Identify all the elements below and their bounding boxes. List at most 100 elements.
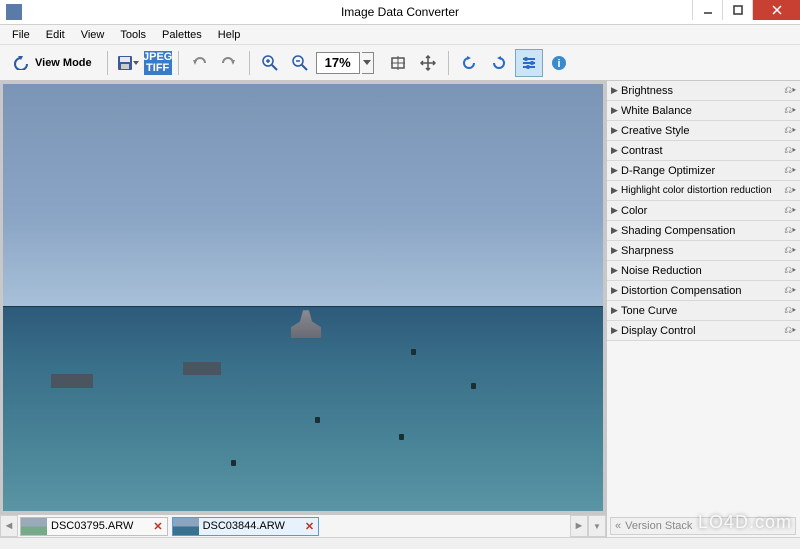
menu-palettes[interactable]: Palettes bbox=[154, 27, 210, 43]
thumbnail-preview bbox=[21, 518, 47, 535]
info-icon: i bbox=[551, 55, 567, 71]
panel-brightness[interactable]: ▶Brightness⎌▸ bbox=[607, 81, 800, 101]
reset-icon[interactable]: ⎌▸ bbox=[782, 225, 796, 236]
thumb-menu-button[interactable]: ▼ bbox=[588, 515, 606, 537]
rotate-left-button[interactable] bbox=[455, 49, 483, 77]
reset-icon[interactable]: ⎌▸ bbox=[782, 145, 796, 156]
minimize-button[interactable] bbox=[692, 0, 722, 20]
separator bbox=[107, 51, 108, 75]
separator bbox=[448, 51, 449, 75]
expand-icon: ▶ bbox=[611, 265, 619, 276]
zoom-dropdown[interactable] bbox=[362, 52, 374, 74]
reset-icon[interactable]: ⎌▸ bbox=[782, 325, 796, 336]
image-viewport[interactable] bbox=[0, 81, 606, 514]
panel-highlight-reduction[interactable]: ▶Highlight color distortion reduction⎌▸ bbox=[607, 181, 800, 201]
save-button[interactable] bbox=[114, 49, 142, 77]
thumb-next-button[interactable]: ► bbox=[570, 515, 588, 537]
panel-color[interactable]: ▶Color⎌▸ bbox=[607, 201, 800, 221]
expand-icon: ▶ bbox=[611, 125, 619, 136]
reset-icon[interactable]: ⎌▸ bbox=[782, 205, 796, 216]
rotate-left-icon bbox=[461, 55, 477, 71]
thumbnail-preview bbox=[173, 518, 199, 535]
toolbar: View Mode JPEG TIFF bbox=[0, 45, 800, 81]
export-jpeg-tiff-button[interactable]: JPEG TIFF bbox=[144, 49, 172, 77]
redo-button[interactable] bbox=[215, 49, 243, 77]
menu-view[interactable]: View bbox=[73, 27, 113, 43]
menu-tools[interactable]: Tools bbox=[112, 27, 154, 43]
undo-button[interactable] bbox=[185, 49, 213, 77]
menu-edit[interactable]: Edit bbox=[38, 27, 73, 43]
fit-button[interactable] bbox=[384, 49, 412, 77]
panel-tone-curve[interactable]: ▶Tone Curve⎌▸ bbox=[607, 301, 800, 321]
undo-icon bbox=[191, 57, 207, 69]
panel-white-balance[interactable]: ▶White Balance⎌▸ bbox=[607, 101, 800, 121]
thumbnail-bar: ◄ DSC03795.ARW ✕ DSC03844.ARW ✕ ► ▼ bbox=[0, 514, 606, 537]
view-mode-label: View Mode bbox=[35, 57, 92, 69]
expand-icon: ▶ bbox=[611, 185, 619, 196]
panel-noise-reduction[interactable]: ▶Noise Reduction⎌▸ bbox=[607, 261, 800, 281]
zoom-out-button[interactable] bbox=[286, 49, 314, 77]
menu-help[interactable]: Help bbox=[210, 27, 249, 43]
expand-icon: ▶ bbox=[611, 205, 619, 216]
expand-icon: ▶ bbox=[611, 85, 619, 96]
reset-icon[interactable]: ⎌▸ bbox=[782, 125, 796, 136]
zoom-input[interactable] bbox=[316, 52, 360, 74]
floppy-icon bbox=[117, 55, 133, 71]
expand-icon: ▶ bbox=[611, 325, 619, 336]
thumbnail-close-button[interactable]: ✕ bbox=[305, 520, 314, 533]
back-arrow-icon bbox=[13, 56, 29, 70]
actual-size-button[interactable] bbox=[414, 49, 442, 77]
redo-icon bbox=[221, 57, 237, 69]
panel-shading[interactable]: ▶Shading Compensation⎌▸ bbox=[607, 221, 800, 241]
window-controls bbox=[692, 0, 800, 20]
version-stack-panel[interactable]: « Version Stack bbox=[610, 517, 796, 535]
version-stack-label: Version Stack bbox=[625, 520, 692, 532]
compare-button[interactable] bbox=[515, 49, 543, 77]
rotate-right-button[interactable] bbox=[485, 49, 513, 77]
reset-icon[interactable]: ⎌▸ bbox=[782, 285, 796, 296]
separator bbox=[249, 51, 250, 75]
thumbnail-filename: DSC03844.ARW bbox=[203, 520, 285, 532]
close-button[interactable] bbox=[752, 0, 800, 20]
expand-icon: ▶ bbox=[611, 145, 619, 156]
panel-display-control[interactable]: ▶Display Control⎌▸ bbox=[607, 321, 800, 341]
reset-icon[interactable]: ⎌▸ bbox=[782, 265, 796, 276]
expand-icon: ▶ bbox=[611, 305, 619, 316]
panel-distortion[interactable]: ▶Distortion Compensation⎌▸ bbox=[607, 281, 800, 301]
panel-creative-style[interactable]: ▶Creative Style⎌▸ bbox=[607, 121, 800, 141]
reset-icon[interactable]: ⎌▸ bbox=[782, 305, 796, 316]
panel-sharpness[interactable]: ▶Sharpness⎌▸ bbox=[607, 241, 800, 261]
collapse-icon: « bbox=[615, 520, 621, 532]
chevron-down-icon bbox=[363, 60, 371, 66]
info-button[interactable]: i bbox=[545, 49, 573, 77]
panel-drange[interactable]: ▶D-Range Optimizer⎌▸ bbox=[607, 161, 800, 181]
menubar: File Edit View Tools Palettes Help bbox=[0, 25, 800, 45]
thumbnail-item[interactable]: DSC03844.ARW ✕ bbox=[172, 517, 320, 536]
thumbnail-filename: DSC03795.ARW bbox=[51, 520, 133, 532]
dropdown-icon bbox=[133, 55, 139, 71]
expand-icon: ▶ bbox=[611, 285, 619, 296]
sliders-icon bbox=[521, 55, 537, 71]
panel-contrast[interactable]: ▶Contrast⎌▸ bbox=[607, 141, 800, 161]
thumb-prev-button[interactable]: ◄ bbox=[0, 515, 18, 537]
expand-icon: ▶ bbox=[611, 245, 619, 256]
view-mode-button[interactable]: View Mode bbox=[4, 50, 101, 76]
menu-file[interactable]: File bbox=[4, 27, 38, 43]
zoom-in-button[interactable] bbox=[256, 49, 284, 77]
reset-icon[interactable]: ⎌▸ bbox=[782, 85, 796, 96]
reset-icon[interactable]: ⎌▸ bbox=[782, 165, 796, 176]
expand-icon: ▶ bbox=[611, 225, 619, 236]
maximize-button[interactable] bbox=[722, 0, 752, 20]
expand-icon: ▶ bbox=[611, 105, 619, 116]
reset-icon[interactable]: ⎌▸ bbox=[782, 245, 796, 256]
fit-icon bbox=[390, 55, 406, 71]
adjustment-panel: ▶Brightness⎌▸ ▶White Balance⎌▸ ▶Creative… bbox=[606, 81, 800, 537]
app-icon bbox=[6, 4, 22, 20]
svg-text:i: i bbox=[557, 58, 560, 70]
zoom-in-icon bbox=[262, 55, 278, 71]
thumbnail-item[interactable]: DSC03795.ARW ✕ bbox=[20, 517, 168, 536]
thumbnail-close-button[interactable]: ✕ bbox=[153, 520, 162, 533]
reset-icon[interactable]: ⎌▸ bbox=[782, 185, 796, 196]
rotate-right-icon bbox=[491, 55, 507, 71]
reset-icon[interactable]: ⎌▸ bbox=[782, 105, 796, 116]
